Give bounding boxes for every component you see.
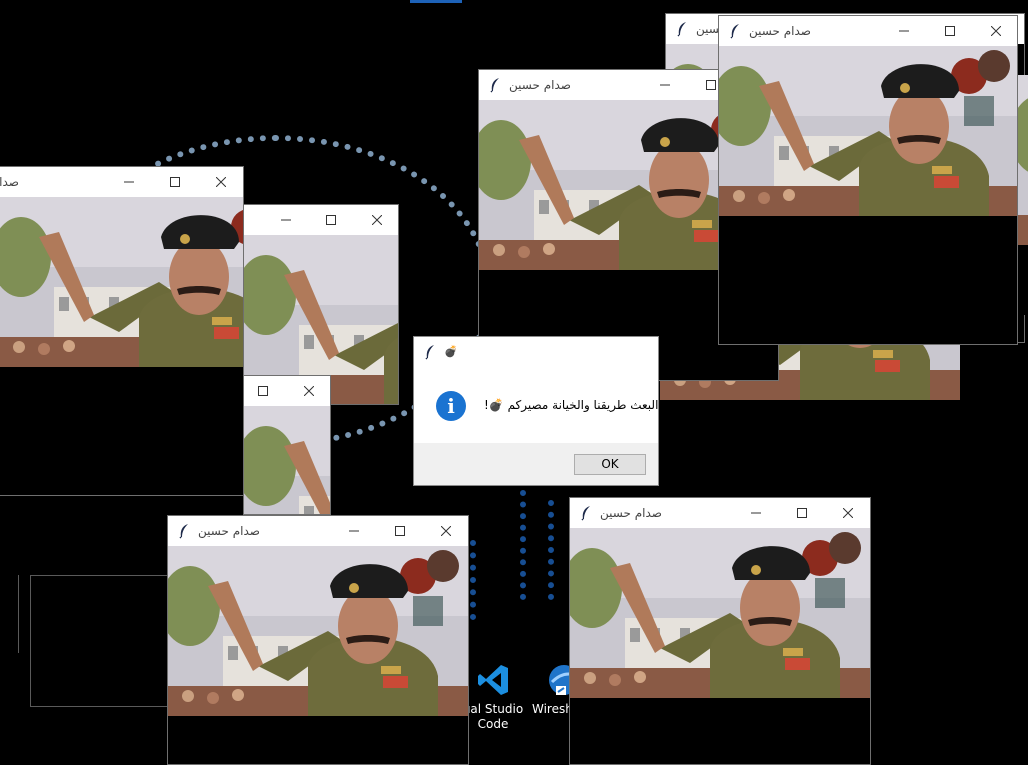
close-button[interactable] <box>354 205 398 235</box>
feather-icon <box>487 77 503 93</box>
window-title: صدام حسين <box>198 524 260 538</box>
wallpaper-top-accent <box>410 0 462 3</box>
window-title: صدام حسين <box>749 24 811 38</box>
window-title: صدام حسين <box>0 175 19 189</box>
maximize-button[interactable] <box>377 516 423 546</box>
feather-icon <box>578 505 594 521</box>
app-window[interactable] <box>243 375 331 515</box>
wallpaper-line <box>520 490 526 600</box>
title-bar[interactable]: صدام حسين <box>168 516 468 546</box>
title-bar[interactable]: صدام حسين <box>0 167 243 197</box>
app-window[interactable]: صدام حسين <box>0 166 244 496</box>
ok-button[interactable]: OK <box>574 454 646 475</box>
title-bar[interactable]: صدام حسين <box>570 498 870 528</box>
feather-icon <box>176 523 192 539</box>
minimize-button[interactable] <box>331 516 377 546</box>
maximize-button[interactable] <box>152 167 198 197</box>
window-title: صدام حسين <box>509 78 571 92</box>
minimize-button[interactable] <box>733 498 779 528</box>
photo <box>570 528 870 698</box>
wallpaper-line <box>548 500 554 600</box>
app-window[interactable]: صدام حسين <box>718 15 1018 345</box>
dialog-footer: OK <box>414 443 658 485</box>
close-button[interactable] <box>198 167 243 197</box>
photo <box>0 197 243 367</box>
empty-window[interactable] <box>30 575 172 707</box>
app-window[interactable]: صدام حسين <box>569 497 871 765</box>
maximize-button[interactable] <box>308 205 354 235</box>
message-dialog[interactable]: 💣 i البعث طريقنا والخيانة مصيركم 💣! OK <box>413 336 659 486</box>
title-bar[interactable] <box>244 205 398 235</box>
photo <box>719 46 1017 216</box>
maximize-button[interactable] <box>779 498 825 528</box>
title-bar[interactable]: صدام حسين <box>719 16 1017 46</box>
close-button[interactable] <box>423 516 468 546</box>
minimize-button[interactable] <box>642 70 688 100</box>
feather-icon <box>674 21 690 37</box>
photo <box>168 546 468 716</box>
wallpaper-line <box>470 540 476 620</box>
bomb-icon: 💣 <box>444 345 458 358</box>
close-button[interactable] <box>286 376 330 406</box>
minimize-button[interactable] <box>881 16 927 46</box>
vscode-icon <box>475 662 511 698</box>
feather-icon <box>727 23 743 39</box>
minimize-button[interactable] <box>263 205 309 235</box>
dialog-message: البعث طريقنا والخيانة مصيركم 💣! <box>484 398 659 412</box>
maximize-button[interactable] <box>927 16 973 46</box>
info-icon: i <box>436 391 466 421</box>
maximize-button[interactable] <box>244 376 286 406</box>
dialog-title-bar[interactable]: 💣 <box>414 337 658 367</box>
title-bar[interactable] <box>244 376 330 406</box>
minimize-button[interactable] <box>106 167 152 197</box>
close-button[interactable] <box>973 16 1017 46</box>
app-window[interactable]: صدام حسين <box>167 515 469 765</box>
feather-icon <box>422 344 438 360</box>
empty-window[interactable] <box>18 575 21 653</box>
photo <box>1018 75 1028 315</box>
window-title: صدام حسين <box>600 506 662 520</box>
close-button[interactable] <box>825 498 870 528</box>
app-window[interactable] <box>1018 75 1028 315</box>
photo <box>244 406 330 514</box>
